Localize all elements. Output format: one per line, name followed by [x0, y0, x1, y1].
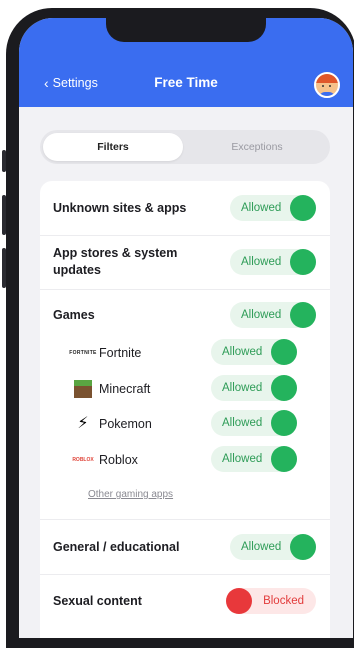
toggle-status: Allowed: [222, 382, 263, 394]
avatar[interactable]: [314, 72, 340, 98]
filter-row-app-stores: App stores & system updates Allowed: [40, 235, 330, 290]
fortnite-logo-text: FORTNITE: [69, 350, 97, 356]
phone-side-button: [2, 150, 6, 172]
other-gaming-apps-link[interactable]: Other gaming apps: [88, 489, 173, 500]
roblox-icon: ROBLOX: [72, 451, 94, 469]
tab-filters[interactable]: Filters: [43, 133, 183, 161]
filter-row-sexual: Sexual content Blocked: [40, 574, 330, 629]
toggle-knob: [290, 534, 316, 560]
toggle-knob: [271, 339, 297, 365]
pokemon-glyph: ⚡: [77, 415, 89, 432]
toggle-knob: [271, 375, 297, 401]
filter-row-general: General / educational Allowed: [40, 519, 330, 575]
filter-label: Unknown sites & apps: [53, 201, 187, 215]
pokemon-icon: ⚡: [74, 415, 92, 433]
game-label: Minecraft: [99, 382, 151, 396]
minecraft-icon: [74, 380, 92, 398]
allowed-toggle[interactable]: Allowed: [230, 534, 316, 560]
filter-row-unknown: Unknown sites & apps Allowed: [40, 181, 330, 236]
allowed-toggle[interactable]: Allowed: [211, 339, 297, 365]
filter-label: Games: [53, 308, 95, 322]
minecraft-block: [74, 380, 92, 398]
toggle-knob: [290, 249, 316, 275]
page-title: Free Time: [154, 75, 218, 90]
avatar-hair: [316, 74, 338, 83]
phone-volume-down-button: [2, 248, 6, 288]
filter-section-games: Games Allowed FORTNITE Fortnite Allowed …: [40, 289, 330, 520]
filter-label: General / educational: [53, 540, 180, 554]
game-label: Fortnite: [99, 346, 142, 360]
toggle-knob: [271, 410, 297, 436]
toggle-status: Allowed: [241, 541, 282, 553]
toggle-status: Allowed: [241, 256, 282, 268]
toggle-knob: [226, 588, 252, 614]
toggle-knob: [290, 302, 316, 328]
toggle-status: Blocked: [263, 595, 304, 607]
avatar-eye-right: [329, 85, 331, 87]
toggle-knob: [271, 446, 297, 472]
filter-label-line2: updates: [53, 263, 101, 277]
filter-label: App stores & system updates: [53, 245, 177, 279]
toggle-status: Allowed: [222, 453, 263, 465]
phone-volume-up-button: [2, 195, 6, 235]
fortnite-icon: FORTNITE: [69, 344, 96, 362]
allowed-toggle[interactable]: Allowed: [230, 302, 316, 328]
tab-exceptions[interactable]: Exceptions: [187, 133, 327, 161]
game-label: Pokemon: [99, 417, 152, 431]
filter-label: Sexual content: [53, 594, 142, 608]
toggle-knob: [290, 195, 316, 221]
allowed-toggle[interactable]: Allowed: [230, 249, 316, 275]
toggle-status: Allowed: [241, 309, 282, 321]
app-header: ‹ Settings Free Time: [19, 18, 353, 107]
filter-label-line1: App stores & system: [53, 246, 178, 260]
roblox-logo-text: ROBLOX: [72, 457, 94, 463]
toggle-status: Allowed: [241, 202, 282, 214]
phone-notch: [106, 18, 266, 42]
filters-exceptions-segmented-control: Filters Exceptions: [40, 130, 330, 164]
toggle-status: Allowed: [222, 346, 263, 358]
allowed-toggle[interactable]: Allowed: [211, 410, 297, 436]
toggle-status: Allowed: [222, 417, 263, 429]
game-label: Roblox: [99, 453, 138, 467]
filters-card: Unknown sites & apps Allowed App stores …: [40, 181, 330, 638]
blocked-toggle[interactable]: Blocked: [226, 588, 316, 614]
allowed-toggle[interactable]: Allowed: [211, 375, 297, 401]
avatar-eye-left: [322, 85, 324, 87]
avatar-shirt: [319, 92, 335, 96]
allowed-toggle[interactable]: Allowed: [211, 446, 297, 472]
phone-screen: ‹ Settings Free Time Filters Exceptions …: [19, 18, 353, 638]
allowed-toggle[interactable]: Allowed: [230, 195, 316, 221]
